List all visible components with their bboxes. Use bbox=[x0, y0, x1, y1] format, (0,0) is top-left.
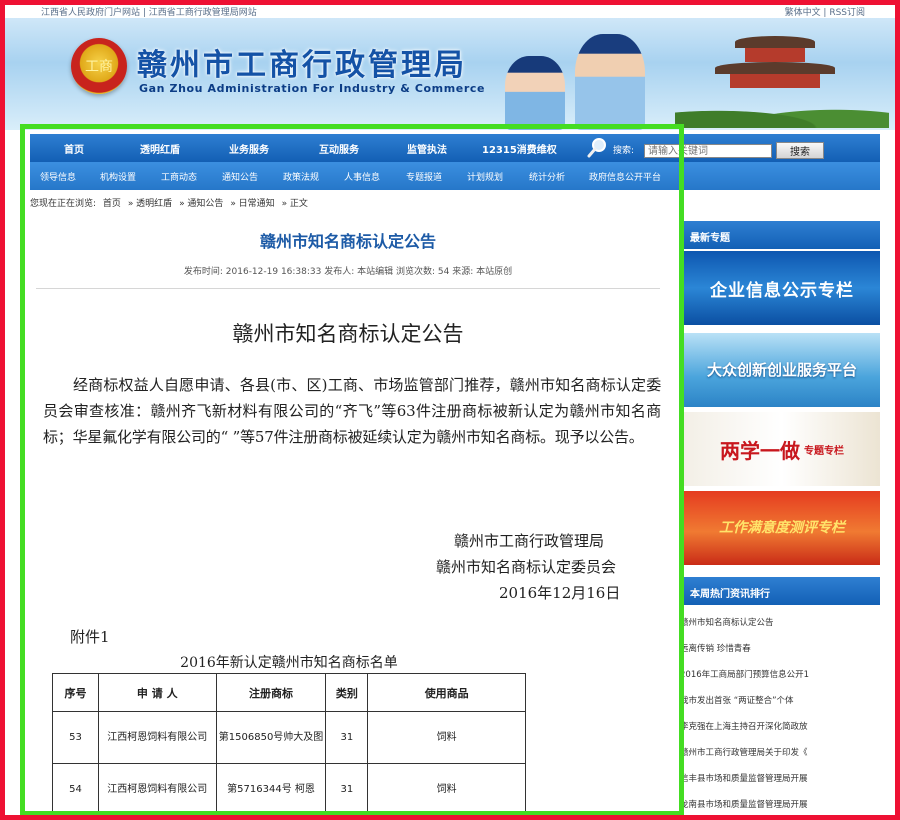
sidebar-latest-topics-header: 最新专题 bbox=[684, 221, 880, 249]
nav-notices[interactable]: 通知公告 bbox=[222, 170, 258, 183]
article-divider bbox=[36, 288, 660, 289]
sidebar-banner-innovation[interactable]: 大众创新创业服务平台 bbox=[684, 333, 880, 407]
pagoda-wall-top bbox=[745, 48, 805, 62]
nav-policies[interactable]: 政策法规 bbox=[283, 170, 319, 183]
pagoda-roof-top bbox=[735, 36, 815, 48]
list-item[interactable]: 赣州市工商行政管理局关于印发《 bbox=[680, 740, 880, 766]
top-links-left[interactable]: 江西省人民政府门户网站 | 江西省工商行政管理局网站 bbox=[41, 5, 257, 18]
article-title: 赣州市知名商标认定公告 bbox=[259, 232, 436, 251]
breadcrumb-prefix: 您现在正在浏览: bbox=[30, 199, 97, 209]
nav-organization[interactable]: 机构设置 bbox=[100, 170, 136, 183]
list-item[interactable]: 李克强在上海主持召开深化简政放 bbox=[680, 714, 880, 740]
trademark-table: 序号 申 请 人 注册商标 类别 使用商品 53 江西柯恩饲料有限公司 第150… bbox=[52, 673, 526, 816]
signature-committee: 赣州市知名商标认定委员会 bbox=[436, 558, 617, 576]
banner-study-label: 两学一做 bbox=[720, 438, 800, 463]
col-header-applicant: 申 请 人 bbox=[97, 673, 217, 712]
nav-12315-consumer-rights[interactable]: 12315消费维权 bbox=[482, 141, 557, 156]
site-subtitle: Gan Zhou Administration For Industry & C… bbox=[139, 82, 486, 95]
nav-interactive-services[interactable]: 互动服务 bbox=[319, 141, 359, 156]
pagoda-roof-mid bbox=[715, 62, 835, 74]
list-item[interactable]: 龙南县市场和质量监督管理局开展 bbox=[680, 792, 880, 818]
search-input[interactable] bbox=[644, 144, 772, 158]
banner-study-sub: 专题专栏 bbox=[804, 445, 844, 457]
document-body: 经商标权益人自愿申请、各县(市、区)工商、市场监管部门推荐，赣州市知名商标认定委… bbox=[43, 376, 661, 446]
trees-illustration bbox=[675, 98, 889, 128]
list-item[interactable]: 信丰县市场和质量监督管理局开展 bbox=[680, 766, 880, 792]
breadcrumb: 您现在正在浏览: 首页 » 透明红盾 » 通知公告 » 日常通知 » 正文 bbox=[30, 196, 312, 209]
nav-personnel[interactable]: 人事信息 bbox=[344, 170, 380, 183]
search-icon[interactable] bbox=[586, 137, 608, 159]
sidebar-banner-study-and-act[interactable]: 两学一做 专题专栏 bbox=[684, 412, 880, 486]
emblem-label: 工商 bbox=[85, 59, 113, 75]
search-button[interactable]: 搜索 bbox=[776, 142, 824, 159]
officer-male-figure bbox=[575, 34, 645, 130]
col-header-goods: 使用商品 bbox=[367, 673, 526, 712]
sidebar-banner-satisfaction[interactable]: 工作满意度测评专栏 bbox=[684, 491, 880, 565]
site-title: 赣州市工商行政管理局 bbox=[137, 48, 467, 83]
list-item[interactable]: 赣州市知名商标认定公告 bbox=[680, 610, 880, 636]
trademark-list-title: 2016年新认定赣州市知名商标名单 bbox=[180, 655, 398, 671]
top-links-bar: 江西省人民政府门户网站 | 江西省工商行政管理局网站 繁体中文 | RSS订阅 bbox=[5, 5, 895, 19]
nav-news[interactable]: 工商动态 bbox=[161, 170, 197, 183]
annex-label: 附件1 bbox=[70, 628, 110, 646]
document-title: 赣州市知名商标认定公告 bbox=[232, 322, 464, 346]
cell-applicant: 江西柯恩饲料有限公司 bbox=[97, 763, 217, 816]
officers-illustration bbox=[485, 24, 665, 130]
table-header-row: 序号 申 请 人 注册商标 类别 使用商品 bbox=[52, 673, 526, 712]
breadcrumb-daily-notices[interactable]: » 日常通知 bbox=[230, 199, 274, 209]
col-header-trademark: 注册商标 bbox=[215, 673, 327, 712]
cell-goods: 饲料 bbox=[367, 763, 526, 816]
breadcrumb-home[interactable]: 首页 bbox=[103, 199, 121, 209]
top-links-right[interactable]: 繁体中文 | RSS订阅 bbox=[785, 5, 865, 18]
breadcrumb-notices[interactable]: » 通知公告 bbox=[179, 199, 223, 209]
search-label: 搜索: bbox=[613, 146, 635, 156]
signature-bureau: 赣州市工商行政管理局 bbox=[454, 532, 605, 550]
nav-enforcement[interactable]: 监管执法 bbox=[407, 141, 447, 156]
cell-number: 54 bbox=[52, 763, 99, 816]
cell-trademark: 第1506850号帅大及图 bbox=[215, 711, 327, 764]
cell-goods: 饲料 bbox=[367, 711, 526, 764]
table-row: 53 江西柯恩饲料有限公司 第1506850号帅大及图 31 饲料 bbox=[52, 711, 526, 764]
list-item[interactable]: 我市发出首张 “两证整合”个体 bbox=[680, 688, 880, 714]
breadcrumb-current: » 正文 bbox=[281, 199, 308, 209]
breadcrumb-transparent-shield[interactable]: » 透明红盾 bbox=[128, 199, 172, 209]
nav-transparent-shield[interactable]: 透明红盾 bbox=[140, 141, 180, 156]
secondary-nav: 领导信息 机构设置 工商动态 通知公告 政策法规 人事信息 专题报道 计划规划 … bbox=[30, 162, 880, 190]
list-item[interactable]: 远离传销 珍惜青春 bbox=[680, 636, 880, 662]
primary-nav: 首页 透明红盾 业务服务 互动服务 监管执法 12315消费维权 搜索: 搜索 bbox=[30, 134, 880, 162]
national-emblem-icon: 工商 bbox=[71, 38, 127, 94]
nav-planning[interactable]: 计划规划 bbox=[467, 170, 503, 183]
cell-trademark: 第5716344号 柯恩 bbox=[215, 763, 327, 816]
signature-date: 2016年12月16日 bbox=[499, 584, 621, 602]
list-item[interactable]: 2016年工商局部门预算信息公开1 bbox=[680, 662, 880, 688]
col-header-class: 类别 bbox=[325, 673, 369, 712]
nav-business-services[interactable]: 业务服务 bbox=[229, 141, 269, 156]
hot-news-list: 赣州市知名商标认定公告 远离传销 珍惜青春 2016年工商局部门预算信息公开1 … bbox=[680, 610, 880, 818]
pagoda-wall-mid bbox=[730, 74, 820, 88]
cell-class: 31 bbox=[325, 711, 369, 764]
cell-applicant: 江西柯恩饲料有限公司 bbox=[97, 711, 217, 764]
officer-female-figure bbox=[505, 56, 565, 130]
cell-number: 53 bbox=[52, 711, 99, 764]
col-header-number: 序号 bbox=[52, 673, 99, 712]
sidebar-banner-enterprise-info[interactable]: 企业信息公示专栏 bbox=[684, 251, 880, 325]
nav-statistics[interactable]: 统计分析 bbox=[529, 170, 565, 183]
site-banner: 工商 赣州市工商行政管理局 Gan Zhou Administration Fo… bbox=[5, 18, 895, 130]
nav-info-disclosure[interactable]: 政府信息公开平台 bbox=[589, 170, 661, 183]
pagoda-illustration bbox=[675, 28, 889, 128]
cell-class: 31 bbox=[325, 763, 369, 816]
sidebar-hot-news-header: 本周热门资讯排行 bbox=[684, 577, 880, 605]
nav-leadership[interactable]: 领导信息 bbox=[40, 170, 76, 183]
table-row: 54 江西柯恩饲料有限公司 第5716344号 柯恩 31 饲料 bbox=[52, 763, 526, 816]
article-meta: 发布时间: 2016-12-19 16:38:33 发布人: 本站编辑 浏览次数… bbox=[183, 267, 513, 277]
nav-home[interactable]: 首页 bbox=[64, 141, 84, 156]
nav-special-reports[interactable]: 专题报道 bbox=[406, 170, 442, 183]
